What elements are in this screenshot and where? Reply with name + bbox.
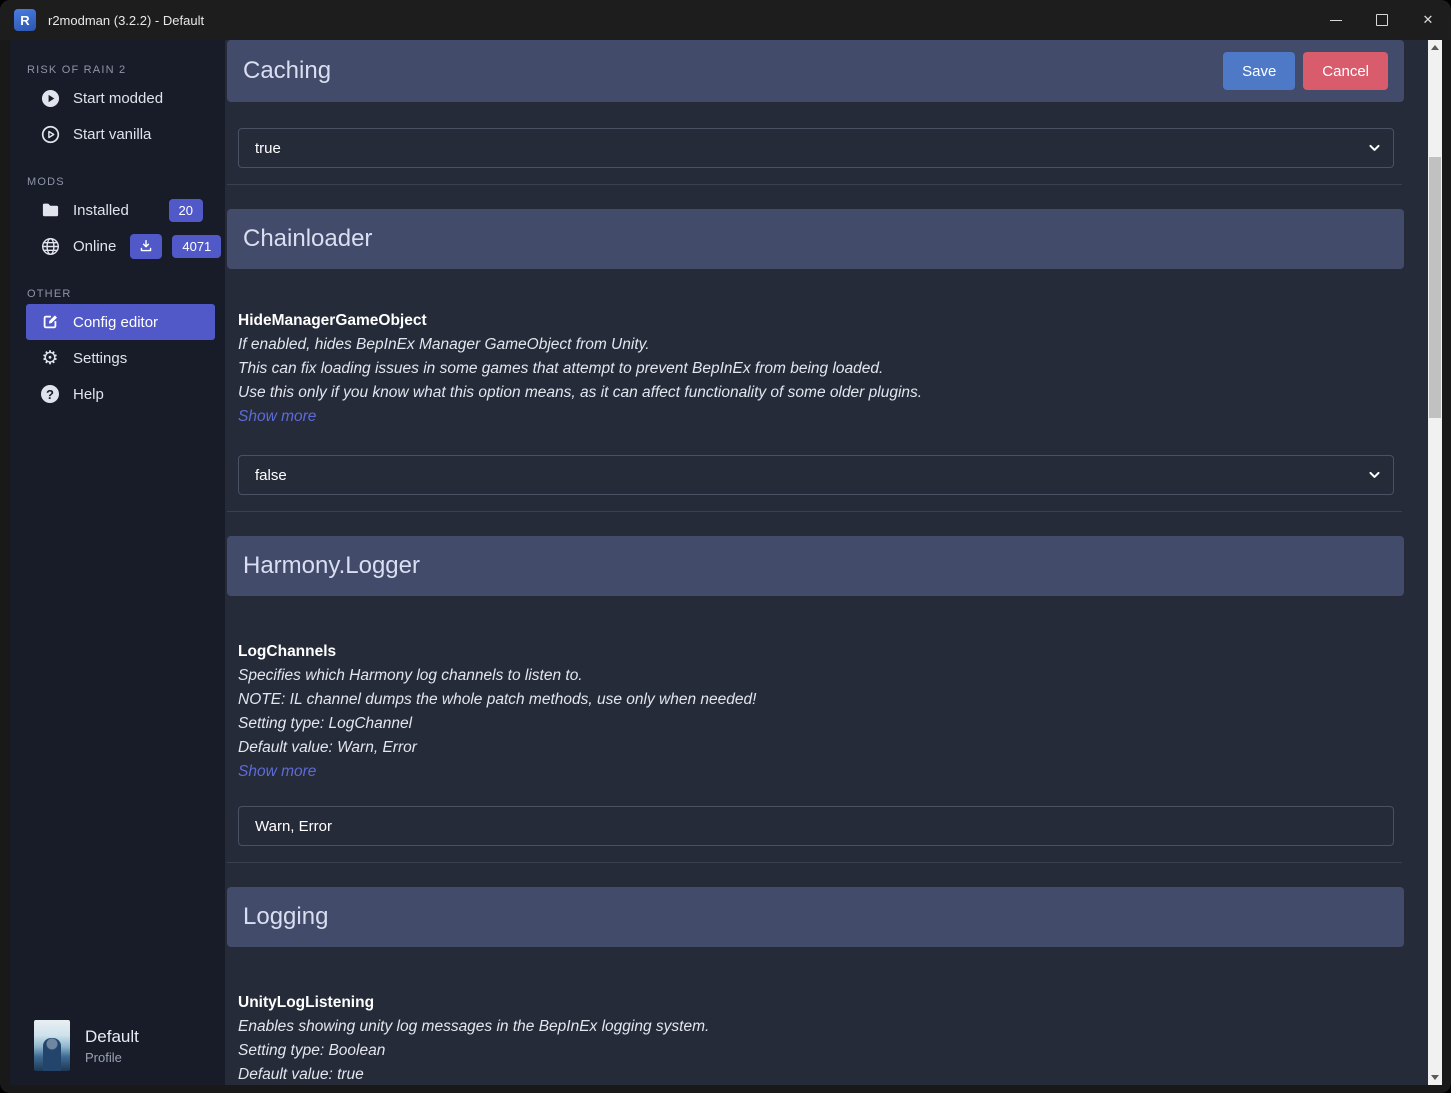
section-title: Caching	[243, 57, 331, 85]
section-header-caching: Caching Save Cancel	[227, 40, 1404, 102]
play-circle-outline-icon	[40, 124, 60, 144]
folder-icon	[40, 200, 60, 220]
section-title: Chainloader	[243, 225, 372, 253]
sidebar-item-config-editor[interactable]: Config editor	[26, 304, 215, 340]
sidebar-item-settings[interactable]: ⚙ Settings	[10, 340, 225, 376]
entry-description-line: Enables showing unity log messages in th…	[238, 1015, 1428, 1039]
sidebar-item-help[interactable]: ? Help	[10, 376, 225, 412]
minimize-button[interactable]	[1313, 0, 1359, 40]
sidebar-item-label: Installed	[73, 202, 129, 219]
sidebar-item-start-modded[interactable]: Start modded	[10, 80, 225, 116]
caching-value-select[interactable]: true	[238, 128, 1394, 168]
sidebar-section-game: RISK OF RAIN 2	[27, 64, 225, 76]
scroll-down-arrow[interactable]	[1428, 1070, 1442, 1085]
config-editor-content: Caching Save Cancel true Chainloader Hid…	[225, 40, 1428, 1085]
title-bar: R r2modman (3.2.2) - Default ✕	[0, 0, 1451, 40]
maximize-icon	[1376, 14, 1388, 26]
close-icon: ✕	[1423, 12, 1434, 28]
sidebar-section-mods: MODS	[27, 176, 225, 188]
entry-description-line: Default value: Warn, Error	[238, 736, 1428, 760]
window-title: r2modman (3.2.2) - Default	[48, 13, 204, 28]
entry-name: UnityLogListening	[238, 991, 1428, 1015]
entry-name: LogChannels	[238, 640, 1428, 664]
app-window: R r2modman (3.2.2) - Default ✕ RISK OF R…	[0, 0, 1451, 1093]
config-entry-unityloglistening: UnityLogListening Enables showing unity …	[238, 991, 1428, 1085]
sidebar-item-label: Start modded	[73, 90, 163, 107]
show-more-link[interactable]: Show more	[238, 405, 316, 429]
sidebar-item-installed[interactable]: Installed 20	[10, 192, 225, 228]
entry-description-line: Setting type: LogChannel	[238, 712, 1428, 736]
save-button[interactable]: Save	[1223, 52, 1295, 90]
vertical-scrollbar[interactable]	[1428, 40, 1442, 1085]
online-count-badge: 4071	[172, 235, 221, 258]
hidemanagergameobject-value-select[interactable]: false	[238, 455, 1394, 495]
entry-description-line: Use this only if you know what this opti…	[238, 381, 1428, 405]
gear-icon: ⚙	[40, 348, 60, 368]
config-entry-hidemanagergameobject: HideManagerGameObject If enabled, hides …	[238, 309, 1428, 429]
entry-description-line: Setting type: Boolean	[238, 1039, 1428, 1063]
app-icon: R	[14, 9, 36, 31]
triangle-up-icon	[1431, 45, 1439, 50]
edit-icon	[40, 312, 60, 332]
section-header-chainloader: Chainloader	[227, 209, 1404, 269]
divider	[227, 862, 1402, 863]
sidebar-item-label: Settings	[73, 350, 127, 367]
config-entry-logchannels: LogChannels Specifies which Harmony log …	[238, 640, 1428, 784]
cancel-button[interactable]: Cancel	[1303, 52, 1388, 90]
section-title: Harmony.Logger	[243, 552, 420, 580]
entry-description-line: This can fix loading issues in some game…	[238, 357, 1428, 381]
profile-name: Default	[85, 1027, 139, 1047]
window-controls: ✕	[1313, 0, 1451, 40]
entry-description-line: NOTE: IL channel dumps the whole patch m…	[238, 688, 1428, 712]
minimize-icon	[1330, 20, 1342, 21]
scroll-up-arrow[interactable]	[1428, 40, 1442, 55]
maximize-button[interactable]	[1359, 0, 1405, 40]
profile-card: Default Profile	[10, 1020, 225, 1071]
entry-description-line: Default value: true	[238, 1063, 1428, 1085]
download-icon	[139, 239, 153, 253]
sidebar-item-start-vanilla[interactable]: Start vanilla	[10, 116, 225, 152]
entry-description-line: Specifies which Harmony log channels to …	[238, 664, 1428, 688]
scrollbar-thumb[interactable]	[1429, 157, 1441, 418]
sidebar-item-label: Help	[73, 386, 104, 403]
divider	[227, 184, 1402, 185]
section-title: Logging	[243, 903, 328, 931]
play-circle-filled-icon	[40, 88, 60, 108]
sidebar-item-label: Online	[73, 238, 116, 255]
installed-count-badge: 20	[169, 199, 203, 222]
close-button[interactable]: ✕	[1405, 0, 1451, 40]
triangle-down-icon	[1431, 1075, 1439, 1080]
sidebar-item-label: Start vanilla	[73, 126, 151, 143]
sidebar: RISK OF RAIN 2 Start modded Start vanill…	[10, 40, 225, 1085]
download-button[interactable]	[130, 234, 162, 259]
sidebar-item-label: Config editor	[73, 314, 158, 331]
sidebar-item-online[interactable]: Online 4071	[10, 228, 225, 264]
show-more-link[interactable]: Show more	[238, 760, 316, 784]
logchannels-value-input[interactable]	[238, 806, 1394, 846]
profile-image	[34, 1020, 70, 1071]
entry-description-line: If enabled, hides BepInEx Manager GameOb…	[238, 333, 1428, 357]
sidebar-section-other: OTHER	[27, 288, 225, 300]
entry-name: HideManagerGameObject	[238, 309, 1428, 333]
section-header-logging: Logging	[227, 887, 1404, 947]
divider	[227, 511, 1402, 512]
globe-icon	[40, 236, 60, 256]
section-header-harmony-logger: Harmony.Logger	[227, 536, 1404, 596]
help-icon: ?	[40, 384, 60, 404]
profile-type-label: Profile	[85, 1050, 139, 1065]
